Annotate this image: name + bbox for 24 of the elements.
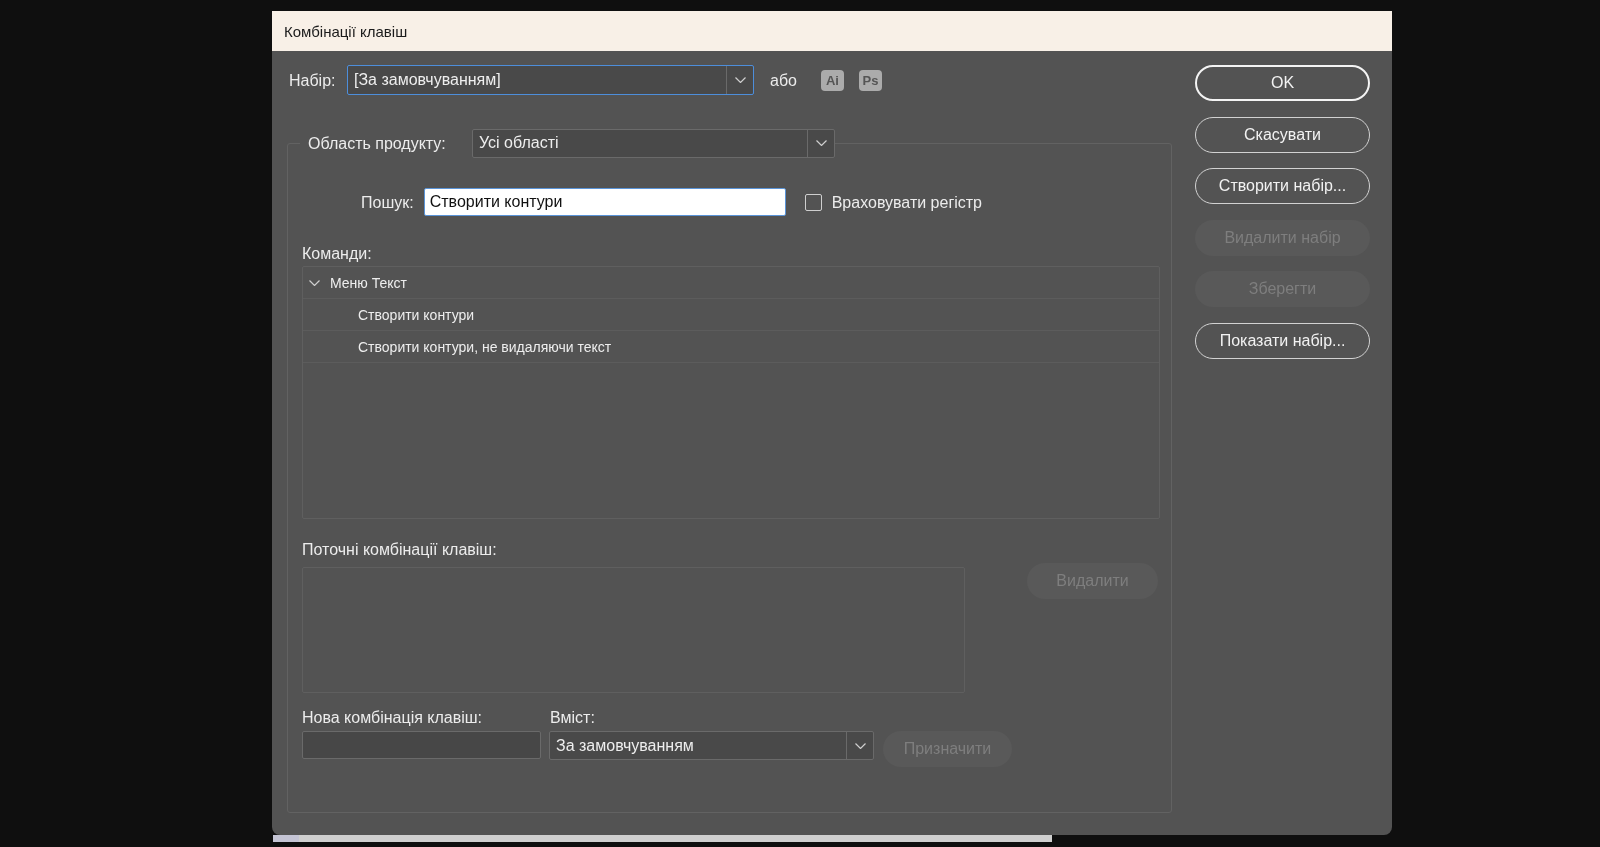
tree-item[interactable]: Створити контури [303, 299, 1159, 331]
product-area-label: Область продукту: [308, 133, 447, 153]
checkbox-label: Враховувати регістр [831, 192, 982, 212]
chevron-down-icon [815, 140, 827, 146]
tree-item[interactable]: Меню Текст [303, 267, 1159, 299]
dialog-button[interactable]: OK [1195, 65, 1370, 101]
current-shortcuts-label: Поточні комбінації клавіш: [302, 540, 497, 559]
checkbox[interactable] [804, 193, 822, 211]
new-shortcut-field[interactable] [302, 731, 541, 759]
or-label: або [770, 70, 797, 90]
context-label: Вміст: [550, 708, 596, 727]
chevron-down-icon [854, 742, 866, 749]
set-dropdown[interactable]: [За замовчуванням] [347, 65, 754, 95]
search-field[interactable]: Створити контури [423, 188, 786, 216]
tree-item[interactable]: Створити контури, не видаляючи текст [303, 331, 1159, 363]
commands-label: Команди: [302, 244, 372, 263]
window-title: Комбінації клавіш [284, 22, 408, 40]
set-label: Набір: [289, 70, 337, 90]
context-dropdown[interactable]: За замовчуванням [549, 731, 874, 760]
search-label: Пошук: [361, 192, 414, 212]
chevron-down-icon [734, 77, 746, 83]
product-area-dropdown[interactable]: Усі області [472, 128, 835, 158]
new-shortcut-label: Нова комбінація клавіш: [302, 708, 484, 727]
command-list[interactable]: Меню Текст Створити контури Створити контури, не видаляючи текст [302, 266, 1160, 519]
